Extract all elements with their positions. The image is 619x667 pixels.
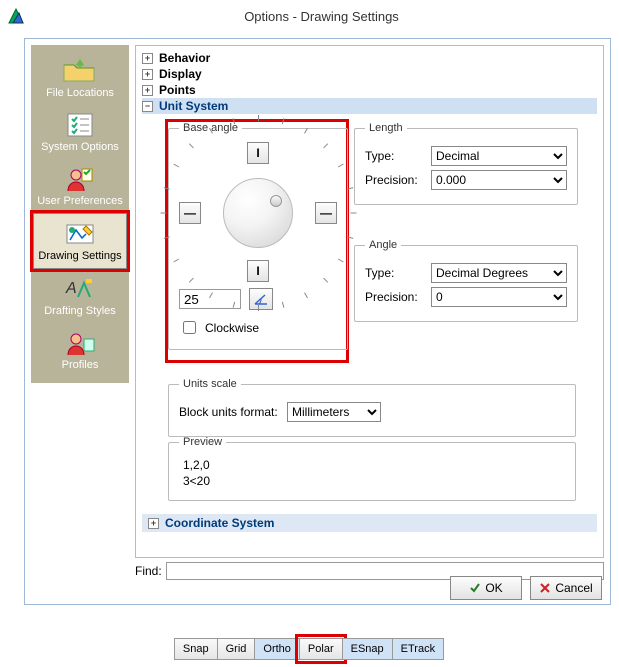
angle-precision-select[interactable]: 0	[431, 287, 567, 307]
length-type-select[interactable]: Decimal	[431, 146, 567, 166]
sidebar-item-user-prefs[interactable]: User Preferences	[31, 159, 129, 213]
ok-button[interactable]: OK	[450, 576, 522, 600]
dial-area: I — — I	[179, 142, 337, 282]
preview-line-1: 1,2,0	[183, 458, 561, 472]
styles-icon: A	[62, 275, 98, 303]
angle-type-label: Type:	[365, 266, 431, 280]
angle-left-button[interactable]: —	[179, 202, 201, 224]
folder-icon	[62, 57, 98, 85]
clockwise-label: Clockwise	[205, 321, 259, 335]
clockwise-checkbox[interactable]	[183, 321, 196, 334]
tree-display[interactable]: + Display	[142, 66, 597, 82]
angle-down-button[interactable]: I	[247, 260, 269, 282]
block-units-label: Block units format:	[179, 405, 287, 419]
pick-angle-button[interactable]	[249, 288, 273, 310]
expand-icon[interactable]: +	[142, 85, 153, 96]
app-icon	[8, 8, 24, 24]
tree-label: Display	[159, 67, 202, 81]
ok-label: OK	[485, 581, 502, 595]
block-units-select[interactable]: Millimeters	[287, 402, 381, 422]
angle-icon	[253, 292, 269, 306]
tree-points[interactable]: + Points	[142, 82, 597, 98]
sidebar-item-label: Drafting Styles	[33, 305, 127, 317]
sidebar-item-drawing-settings[interactable]: Drawing Settings	[33, 213, 127, 269]
status-snap[interactable]: Snap	[174, 638, 218, 660]
svg-text:A: A	[65, 280, 77, 297]
tree-label: Points	[159, 83, 196, 97]
status-grid[interactable]: Grid	[217, 638, 256, 660]
user-icon	[62, 165, 98, 193]
x-icon	[539, 582, 551, 594]
units-scale-legend: Units scale	[179, 378, 241, 390]
status-polar[interactable]: Polar	[299, 638, 343, 660]
tree-unit-system[interactable]: − Unit System	[142, 98, 597, 114]
base-angle-input[interactable]	[179, 289, 241, 309]
check-icon	[469, 582, 481, 594]
tree-label: Behavior	[159, 51, 210, 65]
status-esnap[interactable]: ESnap	[342, 638, 393, 660]
options-panel: File Locations System Options User Prefe…	[24, 38, 611, 605]
dialog-buttons: OK Cancel	[450, 576, 602, 600]
settings-tree: + Behavior + Display + Points − Unit Sys…	[135, 45, 604, 558]
cancel-button[interactable]: Cancel	[530, 576, 602, 600]
drawing-icon	[62, 220, 98, 248]
length-type-label: Type:	[365, 149, 431, 163]
sidebar-item-profiles[interactable]: Profiles	[31, 323, 129, 377]
checklist-icon	[62, 111, 98, 139]
sidebar-item-label: User Preferences	[33, 195, 127, 207]
status-ortho[interactable]: Ortho	[254, 638, 300, 660]
length-legend: Length	[365, 122, 407, 134]
angle-precision-label: Precision:	[365, 290, 431, 304]
angle-right-button[interactable]: —	[315, 202, 337, 224]
status-etrack[interactable]: ETrack	[392, 638, 444, 660]
statusbar: Snap Grid Ortho Polar ESnap ETrack	[0, 635, 619, 663]
find-label: Find:	[135, 564, 162, 578]
profile-icon	[62, 329, 98, 357]
sidebar-item-label: System Options	[33, 141, 127, 153]
length-precision-label: Precision:	[365, 173, 431, 187]
sidebar-item-drafting-styles[interactable]: A Drafting Styles	[31, 269, 129, 323]
sidebar-item-file-locations[interactable]: File Locations	[31, 51, 129, 105]
sidebar: File Locations System Options User Prefe…	[31, 45, 129, 383]
angle-up-button[interactable]: I	[247, 142, 269, 164]
base-angle-group: Base angle I — — I	[168, 122, 346, 360]
angle-legend: Angle	[365, 239, 401, 251]
tree-behavior[interactable]: + Behavior	[142, 50, 597, 66]
right-column: Length Type: Decimal Precision: 0.000 An…	[354, 122, 578, 332]
preview-legend: Preview	[179, 436, 226, 448]
preview-group: Preview 1,2,0 3<20	[168, 436, 576, 511]
sidebar-item-label: Drawing Settings	[36, 250, 124, 262]
collapse-icon[interactable]: −	[142, 101, 153, 112]
angle-type-select[interactable]: Decimal Degrees	[431, 263, 567, 283]
window-title: Options - Drawing Settings	[32, 9, 611, 24]
length-precision-select[interactable]: 0.000	[431, 170, 567, 190]
sidebar-item-system-options[interactable]: System Options	[31, 105, 129, 159]
expand-icon[interactable]: +	[142, 53, 153, 64]
expand-icon[interactable]: +	[142, 69, 153, 80]
length-group: Length Type: Decimal Precision: 0.000	[354, 122, 578, 205]
expand-icon[interactable]: +	[148, 518, 159, 529]
angle-group: Angle Type: Decimal Degrees Precision: 0	[354, 239, 578, 322]
preview-line-2: 3<20	[183, 474, 561, 488]
cancel-label: Cancel	[555, 581, 592, 595]
tree-coordinate-system[interactable]: + Coordinate System	[142, 514, 597, 532]
tree-label: Coordinate System	[165, 516, 274, 530]
titlebar: Options - Drawing Settings	[0, 0, 619, 32]
sidebar-item-label: File Locations	[33, 87, 127, 99]
tree-label: Unit System	[159, 99, 228, 113]
sidebar-item-label: Profiles	[33, 359, 127, 371]
angle-dial[interactable]	[223, 178, 293, 248]
